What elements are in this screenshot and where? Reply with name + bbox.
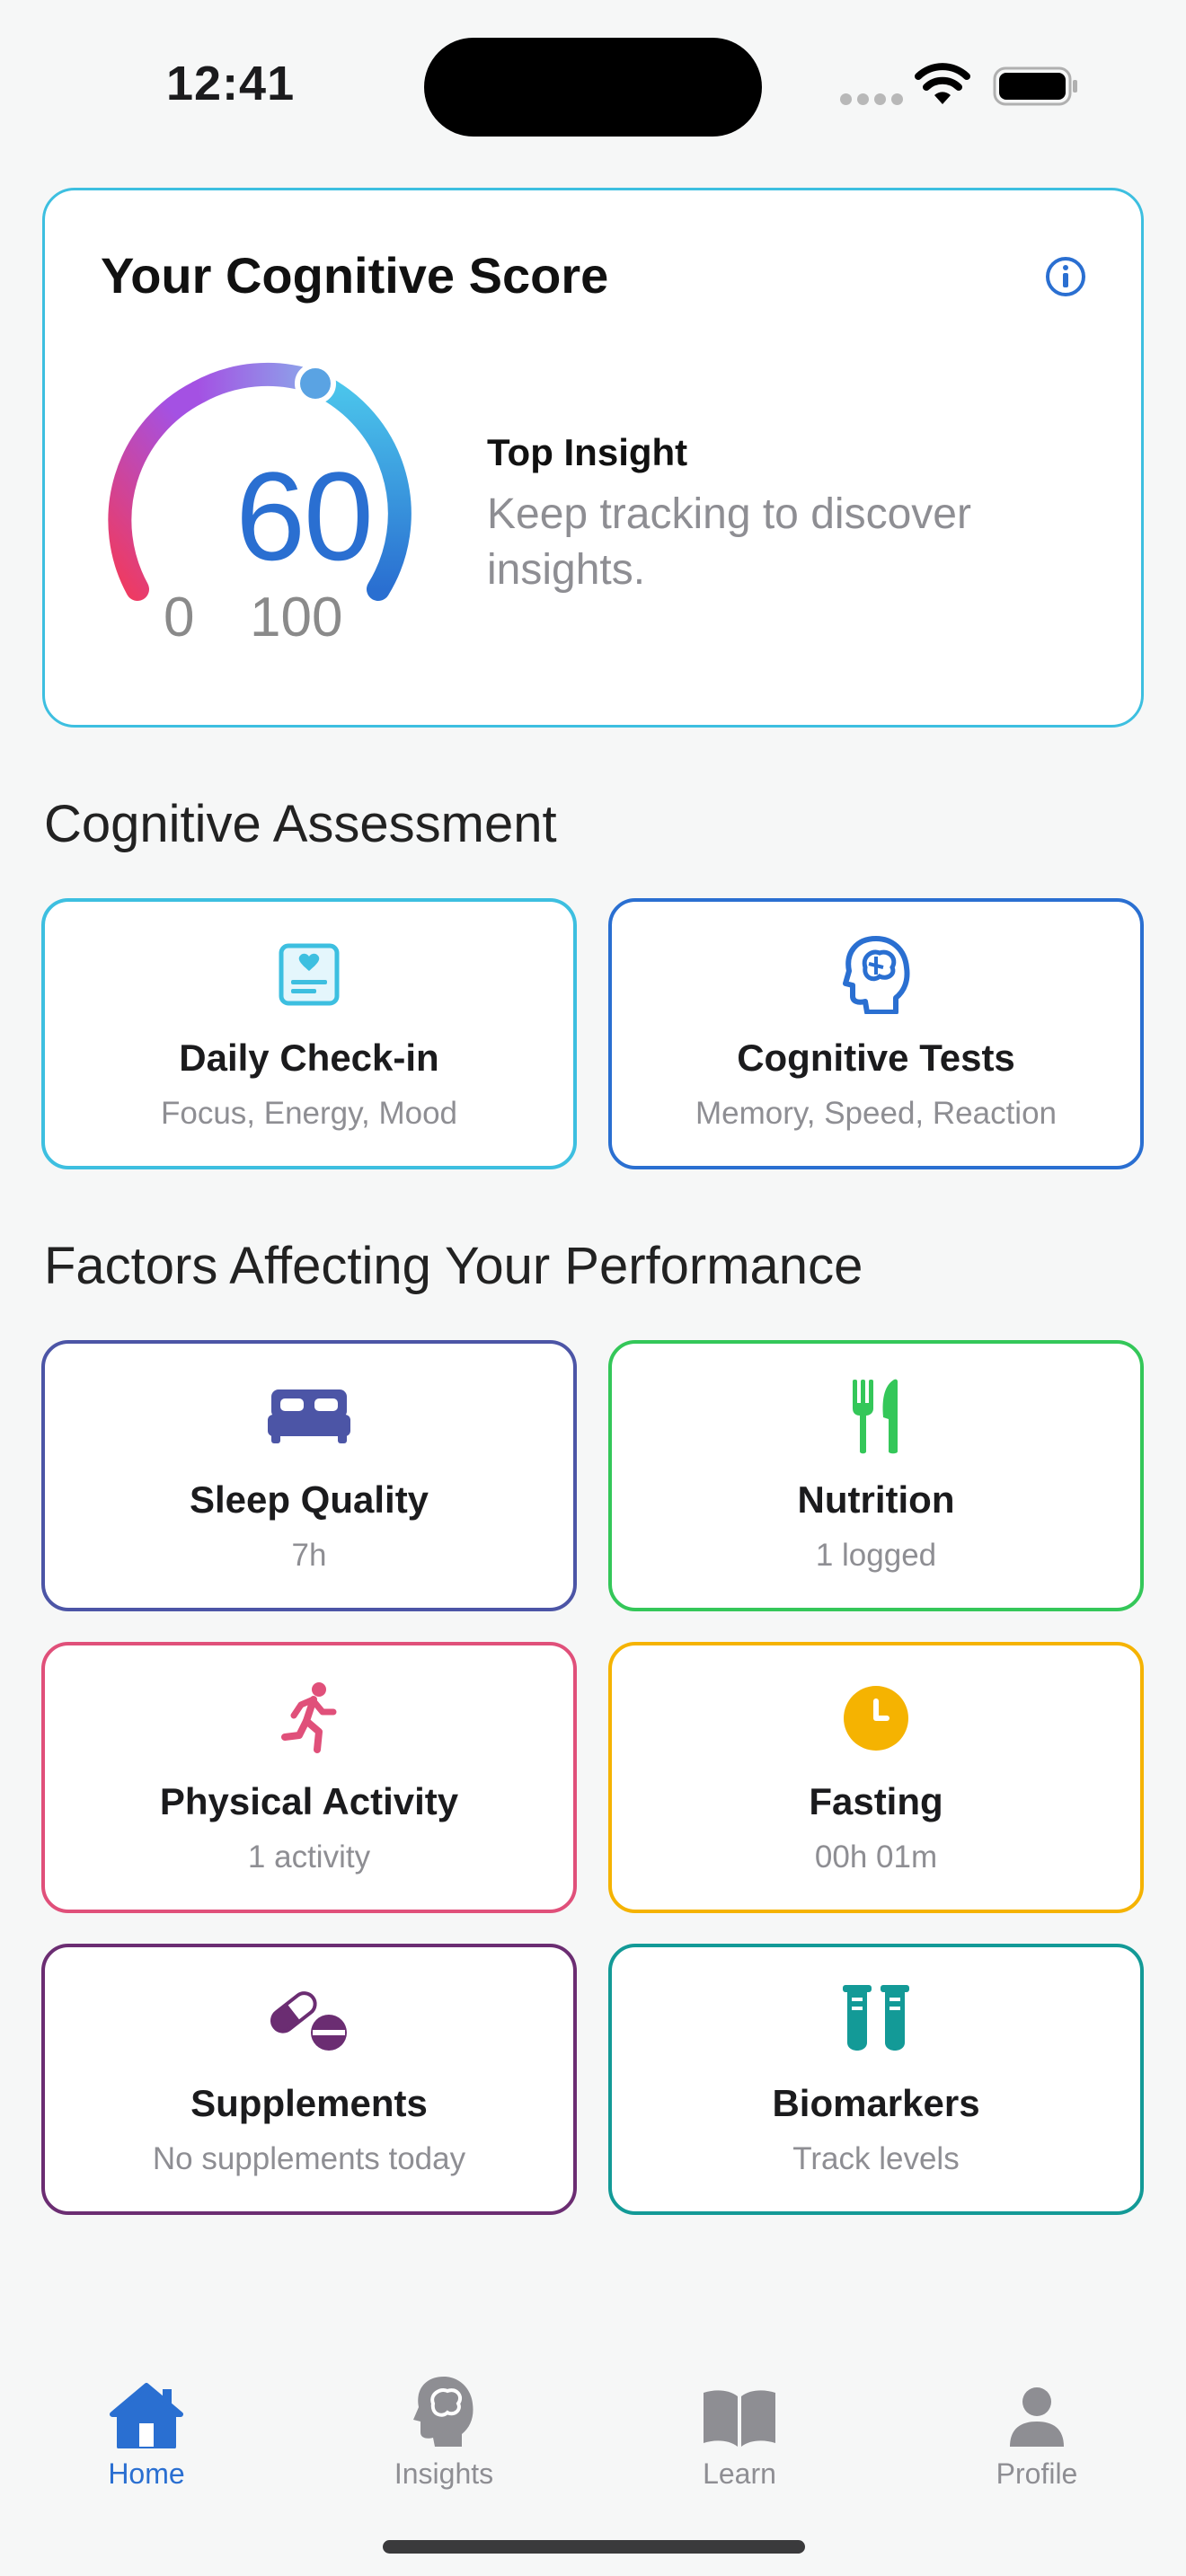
tile-title: Sleep Quality xyxy=(189,1478,429,1521)
tile-subtitle: 00h 01m xyxy=(814,1839,938,1875)
score-card-title: Your Cognitive Score xyxy=(101,247,609,304)
tile-title: Nutrition xyxy=(797,1478,955,1521)
dynamic-island xyxy=(424,38,762,137)
sleep-quality-tile[interactable]: Sleep Quality 7h xyxy=(41,1340,577,1611)
house-icon xyxy=(110,2383,183,2448)
tile-subtitle: 1 logged xyxy=(815,1538,937,1573)
tile-title: Cognitive Tests xyxy=(737,1037,1015,1079)
assessment-heading: Cognitive Assessment xyxy=(44,795,557,853)
score-min-label: 0 xyxy=(164,587,195,648)
cognitive-tests-tile[interactable]: Cognitive Tests Memory, Speed, Reaction xyxy=(608,898,1144,1169)
gauge-knob xyxy=(295,363,336,404)
tab-home[interactable]: Home xyxy=(48,2368,245,2491)
tile-subtitle: 1 activity xyxy=(247,1839,371,1875)
physical-activity-tile[interactable]: Physical Activity 1 activity xyxy=(41,1642,577,1913)
daily-checkin-tile[interactable]: Daily Check-in Focus, Energy, Mood xyxy=(41,898,577,1169)
tab-insights[interactable]: Insights xyxy=(345,2368,543,2491)
tile-subtitle: Memory, Speed, Reaction xyxy=(695,1096,1058,1131)
pills-icon xyxy=(270,1989,347,2051)
brain-head-icon xyxy=(843,936,910,1014)
fasting-tile[interactable]: Fasting 00h 01m xyxy=(608,1642,1144,1913)
top-insight-text: Keep tracking to discover insights. xyxy=(487,490,971,594)
home-indicator xyxy=(383,2540,805,2554)
tile-subtitle: No supplements today xyxy=(152,2141,466,2176)
score-value: 60 xyxy=(235,446,374,587)
brain-head-icon xyxy=(413,2377,474,2447)
info-icon[interactable] xyxy=(1044,255,1087,298)
tile-title: Physical Activity xyxy=(159,1780,459,1822)
wifi-icon xyxy=(915,63,970,104)
tile-title: Biomarkers xyxy=(772,2082,980,2124)
tile-title: Fasting xyxy=(809,1780,943,1822)
tile-title: Supplements xyxy=(190,2082,428,2124)
bed-icon xyxy=(268,1389,350,1443)
tab-label: Insights xyxy=(394,2457,494,2490)
book-icon xyxy=(704,2390,775,2447)
tab-learn[interactable]: Learn xyxy=(641,2368,838,2491)
person-icon xyxy=(1010,2387,1064,2447)
tile-subtitle: Focus, Energy, Mood xyxy=(160,1096,458,1131)
tab-label: Learn xyxy=(703,2457,776,2490)
tab-profile[interactable]: Profile xyxy=(938,2368,1136,2491)
status-time: 12:41 xyxy=(166,57,296,110)
checkin-card-icon xyxy=(279,943,340,1006)
cognitive-score-card[interactable]: Your Cognitive Score 60 0 100 Top Insigh… xyxy=(42,188,1144,728)
biomarkers-tile[interactable]: Biomarkers Track levels xyxy=(608,1944,1144,2215)
clock-icon xyxy=(844,1686,908,1751)
home-screen: 12:41 Your Cognitive Score 60 0 100 Top … xyxy=(0,0,1186,2576)
tile-title: Daily Check-in xyxy=(179,1037,439,1079)
tab-label: Home xyxy=(108,2457,185,2490)
test-tubes-icon xyxy=(843,1985,909,2051)
top-insight-title: Top Insight xyxy=(487,431,688,473)
tile-subtitle: Track levels xyxy=(792,2141,960,2176)
score-max-label: 100 xyxy=(250,587,343,648)
tab-label: Profile xyxy=(996,2457,1078,2490)
tile-subtitle: 7h xyxy=(291,1538,327,1573)
battery-icon xyxy=(993,66,1077,106)
fork-knife-icon xyxy=(853,1379,898,1454)
cellular-signal-icon xyxy=(840,93,903,105)
factors-heading: Factors Affecting Your Performance xyxy=(44,1237,863,1295)
nutrition-tile[interactable]: Nutrition 1 logged xyxy=(608,1340,1144,1611)
runner-icon xyxy=(281,1682,337,1753)
supplements-tile[interactable]: Supplements No supplements today xyxy=(41,1944,577,2215)
